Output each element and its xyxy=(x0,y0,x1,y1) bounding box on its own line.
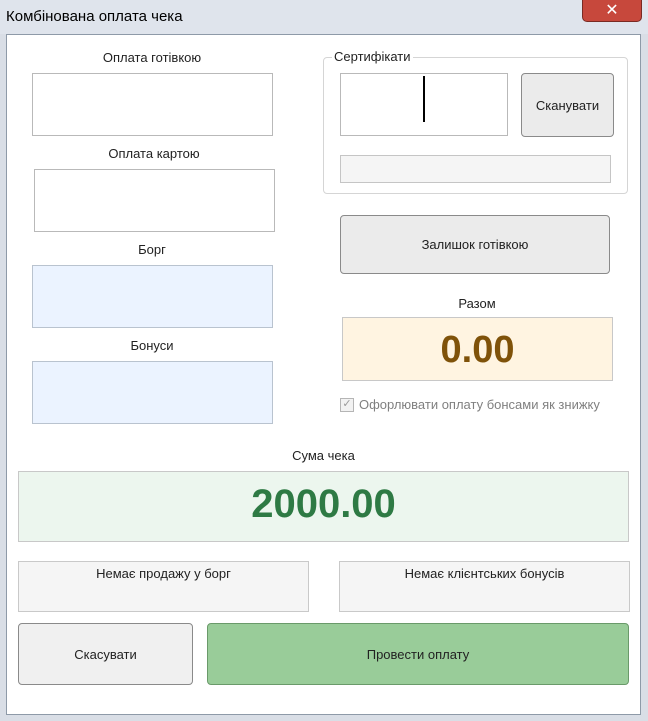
text-caret xyxy=(423,76,425,122)
receipt-sum-panel: 2000.00 xyxy=(18,471,629,542)
window-title: Комбінована оплата чека xyxy=(6,8,183,25)
total-value: 0.00 xyxy=(440,329,515,371)
card-input[interactable] xyxy=(34,169,275,232)
total-panel: 0.00 xyxy=(342,317,613,381)
cash-input[interactable] xyxy=(32,73,273,136)
card-label: Оплата картою xyxy=(108,146,200,161)
close-button[interactable]: ✕ xyxy=(582,0,642,22)
discount-checkbox[interactable]: ✓ Офорлювати оплату бонсами як знижку xyxy=(340,397,600,412)
receipt-sum-value: 2000.00 xyxy=(251,482,396,526)
checkmark-icon: ✓ xyxy=(342,398,352,410)
certificates-list[interactable] xyxy=(340,155,611,183)
close-icon: ✕ xyxy=(605,1,619,19)
title-bar[interactable]: Комбінована оплата чека ✕ xyxy=(0,0,648,34)
dialog-body: Оплата готівкою Оплата картою Борг Бонус… xyxy=(6,34,641,715)
pay-button[interactable]: Провести оплату xyxy=(207,623,629,685)
scan-button[interactable]: Сканувати xyxy=(521,73,614,137)
certificates-group: Сертифікати Сканувати xyxy=(323,49,628,194)
no-bonus-info: Немає клієнтських бонусів xyxy=(339,561,630,612)
debt-label: Борг xyxy=(138,242,166,257)
no-debt-info: Немає продажу у борг xyxy=(18,561,309,612)
cash-label: Оплата готівкою xyxy=(102,50,202,65)
combined-payment-window: Комбінована оплата чека ✕ Оплата готівко… xyxy=(0,0,648,721)
bonuses-label: Бонуси xyxy=(130,338,174,353)
debt-input[interactable] xyxy=(32,265,273,328)
total-label: Разом xyxy=(458,296,496,311)
cancel-button[interactable]: Скасувати xyxy=(18,623,193,685)
receipt-sum-label: Сума чека xyxy=(292,448,355,463)
certificate-code-input[interactable] xyxy=(340,73,508,136)
bonuses-input[interactable] xyxy=(32,361,273,424)
cash-remainder-button[interactable]: Залишок готівкою xyxy=(340,215,610,274)
checkbox-box[interactable]: ✓ xyxy=(340,397,354,412)
discount-checkbox-label: Офорлювати оплату бонсами як знижку xyxy=(359,397,600,412)
certificates-group-label: Сертифікати xyxy=(332,49,413,64)
